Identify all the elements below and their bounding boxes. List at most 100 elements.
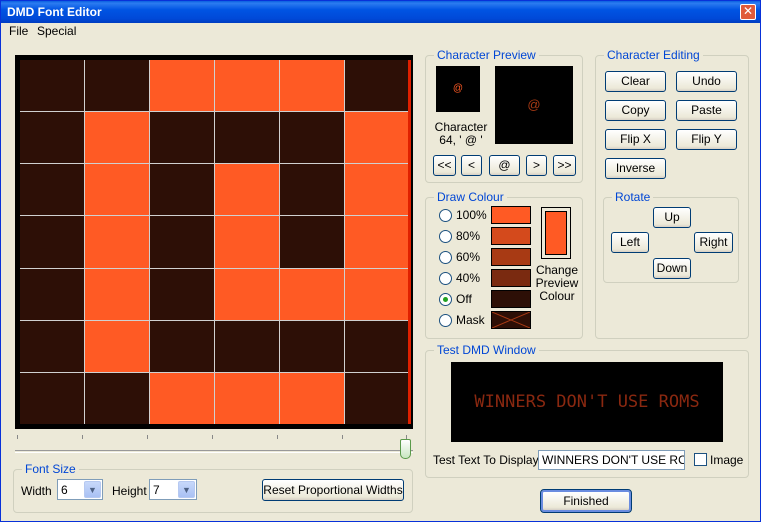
window-title: DMD Font Editor xyxy=(7,5,102,19)
draw-colour-radio[interactable] xyxy=(439,209,452,222)
inverse-button[interactable]: Inverse xyxy=(605,158,666,179)
pixel-cell[interactable] xyxy=(345,372,409,424)
draw-colour-label: Mask xyxy=(456,313,485,327)
pixel-cell[interactable] xyxy=(20,112,84,164)
draw-colour-radio[interactable] xyxy=(439,230,452,243)
character-preview-legend: Character Preview xyxy=(434,48,539,62)
pixel-cell[interactable] xyxy=(85,268,149,320)
pixel-cell[interactable] xyxy=(85,164,149,216)
pixel-cell[interactable] xyxy=(85,372,149,424)
current-character-button[interactable]: @ xyxy=(489,155,520,176)
draw-colour-radio[interactable] xyxy=(439,314,452,327)
slider-tick xyxy=(82,435,83,439)
pixel-cell[interactable] xyxy=(20,60,84,112)
pixel-cell[interactable] xyxy=(150,372,214,424)
pixel-cell[interactable] xyxy=(280,320,344,372)
draw-colour-swatch xyxy=(491,248,531,266)
test-text-input[interactable]: WINNERS DON'T USE ROMS xyxy=(538,450,685,470)
rotate-left-button[interactable]: Left xyxy=(611,232,649,253)
pixel-cell[interactable] xyxy=(280,268,344,320)
paste-button[interactable]: Paste xyxy=(676,100,737,121)
preview-large: @ xyxy=(495,66,573,144)
pixel-cell[interactable] xyxy=(85,112,149,164)
pixel-cell[interactable] xyxy=(20,268,84,320)
pixel-cell[interactable] xyxy=(280,216,344,268)
pixel-cell[interactable] xyxy=(150,320,214,372)
pixel-cell[interactable] xyxy=(150,268,214,320)
width-slider-thumb[interactable] xyxy=(400,439,411,459)
flip-x-button[interactable]: Flip X xyxy=(605,129,666,150)
pixel-cell[interactable] xyxy=(20,372,84,424)
draw-colour-radio[interactable] xyxy=(439,272,452,285)
rotate-down-button[interactable]: Down xyxy=(653,258,691,279)
test-dmd-legend: Test DMD Window xyxy=(434,343,539,357)
pixel-cell[interactable] xyxy=(150,60,214,112)
draw-colour-label: Off xyxy=(456,292,472,306)
pixel-cell[interactable] xyxy=(215,60,279,112)
draw-colour-radio[interactable] xyxy=(439,251,452,264)
width-slider-track[interactable] xyxy=(15,450,413,453)
height-select[interactable]: 7 ▼ xyxy=(149,479,197,500)
pixel-cell[interactable] xyxy=(20,164,84,216)
pixel-cell[interactable] xyxy=(85,60,149,112)
pixel-cell[interactable] xyxy=(215,164,279,216)
undo-button[interactable]: Undo xyxy=(676,71,737,92)
pixel-cell[interactable] xyxy=(215,216,279,268)
flip-y-button[interactable]: Flip Y xyxy=(676,129,737,150)
finished-button[interactable]: Finished xyxy=(540,489,632,513)
close-button[interactable]: ✕ xyxy=(740,4,756,20)
pixel-cell[interactable] xyxy=(150,112,214,164)
pixel-cell[interactable] xyxy=(150,216,214,268)
image-checkbox[interactable] xyxy=(694,453,707,466)
pixel-cell[interactable] xyxy=(20,216,84,268)
rotate-up-button[interactable]: Up xyxy=(653,207,691,228)
pixel-cell[interactable] xyxy=(280,164,344,216)
draw-colour-swatch xyxy=(491,311,531,329)
menu-bar: File Special xyxy=(1,23,760,41)
reset-proportional-widths-button[interactable]: Reset Proportional Widths xyxy=(262,479,404,501)
pixel-cell[interactable] xyxy=(345,320,409,372)
draw-colour-label: 40% xyxy=(456,271,481,285)
draw-colour-label: 80% xyxy=(456,229,481,243)
slider-tick xyxy=(277,435,278,439)
change-preview-colour-swatch[interactable] xyxy=(541,207,571,259)
clear-button[interactable]: Clear xyxy=(605,71,666,92)
menu-special[interactable]: Special xyxy=(37,24,76,38)
pixel-cell[interactable] xyxy=(215,320,279,372)
font-size-legend: Font Size xyxy=(22,462,79,476)
pixel-cell[interactable] xyxy=(280,60,344,112)
next-character-button[interactable]: > xyxy=(526,155,547,176)
pixel-cell[interactable] xyxy=(85,320,149,372)
pixel-cell[interactable] xyxy=(215,268,279,320)
pixel-cell[interactable] xyxy=(280,112,344,164)
pixel-cell[interactable] xyxy=(345,112,409,164)
pixel-cell[interactable] xyxy=(345,60,409,112)
pixel-cell[interactable] xyxy=(20,320,84,372)
copy-button[interactable]: Copy xyxy=(605,100,666,121)
pixel-cell[interactable] xyxy=(215,372,279,424)
width-select[interactable]: 6 ▼ xyxy=(57,479,103,500)
menu-file[interactable]: File xyxy=(9,24,28,38)
rotate-right-button[interactable]: Right xyxy=(694,232,733,253)
pixel-cell[interactable] xyxy=(150,164,214,216)
title-bar: DMD Font Editor ✕ xyxy=(1,1,760,23)
pixel-cell[interactable] xyxy=(345,268,409,320)
pixel-grid[interactable] xyxy=(20,60,409,424)
previous-character-button[interactable]: < xyxy=(461,155,482,176)
slider-tick xyxy=(147,435,148,439)
first-character-button[interactable]: << xyxy=(433,155,456,176)
preview-colour-fill xyxy=(545,211,567,255)
pixel-cell[interactable] xyxy=(280,372,344,424)
pixel-cell[interactable] xyxy=(215,112,279,164)
pixel-cell[interactable] xyxy=(85,216,149,268)
chevron-down-icon[interactable]: ▼ xyxy=(84,481,101,498)
draw-colour-radio[interactable] xyxy=(439,293,452,306)
grid-width-marker xyxy=(408,60,411,424)
draw-colour-label: 100% xyxy=(456,208,487,222)
pixel-cell[interactable] xyxy=(345,216,409,268)
pixel-cell[interactable] xyxy=(345,164,409,216)
last-character-button[interactable]: >> xyxy=(553,155,576,176)
chevron-down-icon[interactable]: ▼ xyxy=(178,481,195,498)
character-editing-legend: Character Editing xyxy=(604,48,703,62)
slider-tick xyxy=(212,435,213,439)
